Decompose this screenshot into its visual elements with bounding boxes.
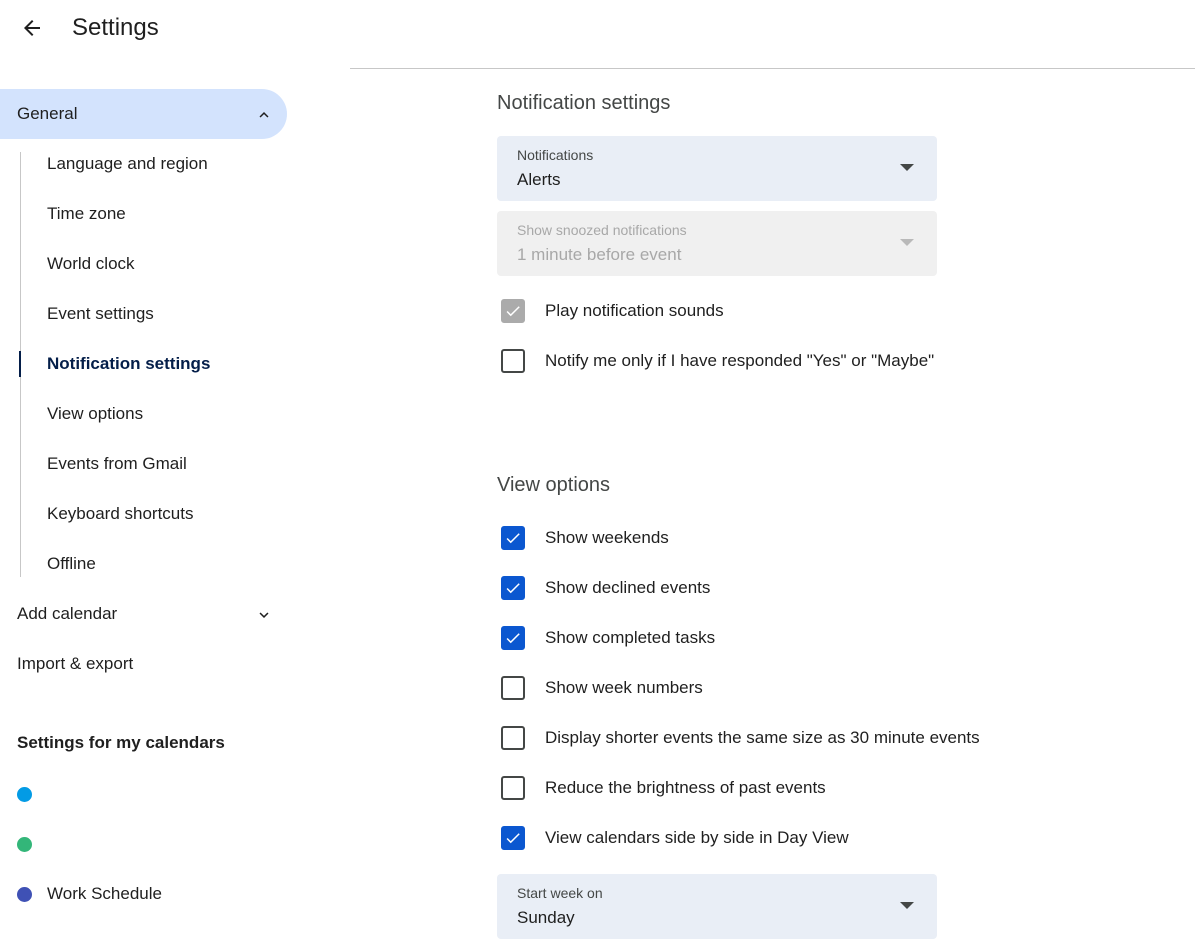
show-week-numbers-checkbox[interactable]: Show week numbers <box>501 673 703 703</box>
back-arrow-icon[interactable] <box>16 12 48 44</box>
checkbox-unchecked-icon <box>501 676 525 700</box>
page-title: Settings <box>72 14 159 41</box>
checkbox-label: View calendars side by side in Day View <box>545 828 849 847</box>
select-label: Notifications <box>517 147 594 163</box>
app-header: Settings <box>0 0 1195 69</box>
calendar-label: Work Schedule <box>47 884 162 903</box>
checkbox-label: Show week numbers <box>545 678 703 697</box>
calendar-item[interactable] <box>17 819 277 869</box>
select-value: 1 minute before event <box>517 245 682 264</box>
sidebar-item-general[interactable]: General <box>0 89 287 139</box>
select-value: Sunday <box>517 908 575 927</box>
show-completed-tasks-checkbox[interactable]: Show completed tasks <box>501 623 715 653</box>
sidebar-item-world-clock[interactable]: World clock <box>47 239 135 289</box>
sidebar-item-keyboard-shortcuts[interactable]: Keyboard shortcuts <box>47 489 193 539</box>
calendar-color-dot <box>17 836 32 852</box>
chevron-up-icon <box>259 112 269 118</box>
checkbox-checked-icon <box>501 576 525 600</box>
dropdown-arrow-icon <box>900 239 914 246</box>
checkbox-label: Display shorter events the same size as … <box>545 728 980 747</box>
my-calendars-heading: Settings for my calendars <box>17 733 225 752</box>
start-week-select[interactable]: Start week on Sunday <box>497 874 937 939</box>
notification-settings-heading: Notification settings <box>497 92 671 114</box>
notifications-select[interactable]: Notifications Alerts <box>497 136 937 201</box>
checkbox-checked-icon <box>501 826 525 850</box>
view-options-heading: View options <box>497 474 611 496</box>
checkbox-checked-icon <box>501 526 525 550</box>
calendar-item[interactable] <box>17 769 277 819</box>
chevron-down-icon[interactable] <box>255 606 273 624</box>
checkbox-unchecked-icon <box>501 726 525 750</box>
checkbox-label: Show declined events <box>545 578 711 597</box>
sidebar-item-events-from-gmail[interactable]: Events from Gmail <box>47 439 187 489</box>
shorter-events-checkbox[interactable]: Display shorter events the same size as … <box>501 723 980 753</box>
side-by-side-day-view-checkbox[interactable]: View calendars side by side in Day View <box>501 823 849 853</box>
calendar-color-dot <box>17 886 32 902</box>
calendar-color-dot <box>17 786 32 802</box>
checkbox-unchecked-icon <box>501 776 525 800</box>
dropdown-arrow-icon <box>900 902 914 909</box>
checkbox-checked-icon <box>501 626 525 650</box>
snoozed-notifications-select: Show snoozed notifications 1 minute befo… <box>497 211 937 276</box>
calendar-item-work-schedule[interactable]: Work Schedule <box>17 869 277 919</box>
sidebar-item-label: General <box>17 104 78 123</box>
checkbox-unchecked-icon <box>501 349 525 373</box>
settings-sidebar: General Language and region Time zone Wo… <box>0 70 300 947</box>
sidebar-item-offline[interactable]: Offline <box>47 539 96 589</box>
show-declined-events-checkbox[interactable]: Show declined events <box>501 573 710 603</box>
select-label: Show snoozed notifications <box>517 222 687 238</box>
notify-if-responded-checkbox[interactable]: Notify me only if I have responded "Yes"… <box>501 346 934 376</box>
checkbox-label: Show completed tasks <box>545 628 716 647</box>
sidebar-item-event-settings[interactable]: Event settings <box>47 289 154 339</box>
sidebar-item-time-zone[interactable]: Time zone <box>47 189 126 239</box>
sidebar-item-view-options[interactable]: View options <box>47 389 143 439</box>
show-weekends-checkbox[interactable]: Show weekends <box>501 523 669 553</box>
checkbox-label: Notify me only if I have responded "Yes"… <box>545 351 935 370</box>
dropdown-arrow-icon <box>900 164 914 171</box>
sidebar-item-notification-settings[interactable]: Notification settings <box>47 339 210 389</box>
select-value: Alerts <box>517 170 561 189</box>
checkbox-label: Reduce the brightness of past events <box>545 778 826 797</box>
checkbox-label: Play notification sounds <box>545 301 724 320</box>
reduce-brightness-checkbox[interactable]: Reduce the brightness of past events <box>501 773 826 803</box>
sidebar-item-add-calendar[interactable]: Add calendar <box>17 589 117 639</box>
active-indicator <box>19 351 21 377</box>
checkbox-label: Show weekends <box>545 528 669 547</box>
play-notification-sounds-checkbox: Play notification sounds <box>501 296 724 326</box>
select-label: Start week on <box>517 885 603 901</box>
checkbox-checked-icon <box>501 299 525 323</box>
sidebar-item-language-region[interactable]: Language and region <box>47 139 208 189</box>
sidebar-item-import-export[interactable]: Import & export <box>17 639 133 689</box>
